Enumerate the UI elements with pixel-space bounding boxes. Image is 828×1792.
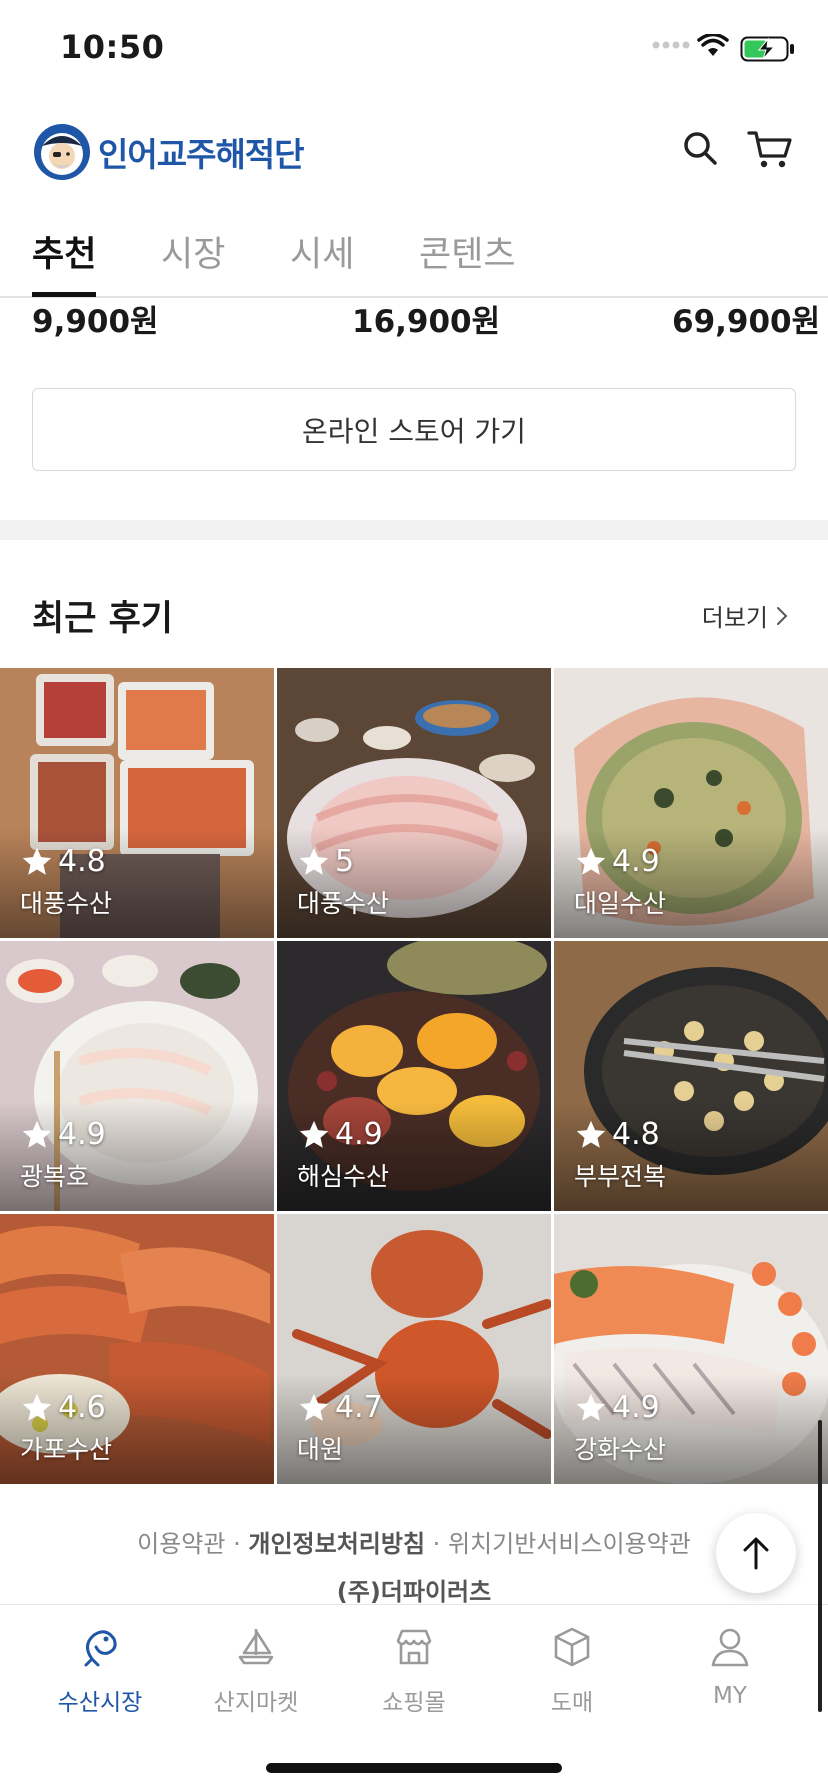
location-terms-link[interactable]: 위치기반서비스이용약관: [448, 1530, 691, 1558]
tab-recommend[interactable]: 추천: [32, 226, 96, 277]
rating-value: 4.6: [58, 1390, 106, 1425]
home-indicator: [266, 1763, 562, 1773]
nav-label: 쇼핑몰: [382, 1690, 446, 1716]
review-rating: 4.8: [574, 1117, 660, 1152]
rating-value: 4.9: [58, 1117, 106, 1152]
review-store-name: 부부전복: [574, 1162, 667, 1191]
star-icon: [22, 1120, 52, 1148]
cellular-signal-icon: [652, 41, 690, 49]
review-tile[interactable]: 4.6 가포수산: [0, 1214, 274, 1484]
nav-my[interactable]: MY: [660, 1625, 800, 1725]
section-divider: [0, 520, 828, 540]
review-tile[interactable]: 4.9 해심수산: [277, 941, 551, 1211]
nav-origin-market[interactable]: 산지마켓: [186, 1625, 326, 1725]
bottom-navigation: 수산시장 산지마켓 쇼핑몰 도매 MY: [0, 1604, 828, 1792]
review-photo-grid: 4.8 대풍수산 5 대풍수산 4.9 대일수산 4.9 광복호 4.9 해심수…: [0, 668, 828, 1484]
star-icon: [576, 1120, 606, 1148]
tab-contents[interactable]: 콘텐츠: [419, 226, 516, 277]
company-name: (주)더파이러츠: [336, 1578, 492, 1606]
chevron-right-icon: [777, 606, 788, 625]
privacy-policy-link[interactable]: 개인정보처리방침: [248, 1530, 425, 1558]
nav-label: 산지마켓: [213, 1690, 299, 1716]
product-price: 9,900원: [32, 304, 159, 340]
more-label: 더보기: [701, 604, 768, 632]
nav-wholesale[interactable]: 도매: [502, 1625, 642, 1725]
scroll-to-top-button[interactable]: [716, 1513, 796, 1593]
nav-label: 수산시장: [57, 1690, 143, 1716]
star-icon: [22, 847, 52, 875]
brand-name: 인어교주해적단: [98, 135, 305, 174]
review-rating: 4.9: [297, 1117, 383, 1152]
product-price: 69,900원: [672, 304, 821, 340]
nav-shopping-mall[interactable]: 쇼핑몰: [344, 1625, 484, 1725]
pirate-mascot-icon: [34, 124, 90, 180]
recent-reviews-title: 최근 후기: [32, 599, 173, 639]
wifi-icon: [697, 34, 729, 56]
nav-label: MY: [713, 1683, 747, 1709]
review-store-name: 해심수산: [297, 1162, 390, 1191]
status-bar: 10:50: [0, 0, 828, 100]
review-tile[interactable]: 5 대풍수산: [277, 668, 551, 938]
cart-icon[interactable]: [746, 128, 794, 170]
rating-value: 4.7: [335, 1390, 383, 1425]
brand-logo[interactable]: 인어교주해적단: [32, 122, 305, 182]
review-tile[interactable]: 4.7 대원: [277, 1214, 551, 1484]
review-store-name: 광복호: [20, 1162, 90, 1191]
review-tile[interactable]: 4.9 대일수산: [554, 668, 828, 938]
review-rating: 4.9: [20, 1117, 106, 1152]
search-icon[interactable]: [680, 128, 720, 168]
online-store-button[interactable]: 온라인 스토어 가기: [32, 388, 796, 471]
review-store-name: 강화수산: [574, 1435, 667, 1464]
review-rating: 4.9: [574, 844, 660, 879]
footer-separator: ·: [233, 1530, 241, 1558]
scrollbar[interactable]: [818, 1420, 822, 1712]
review-rating: 4.8: [20, 844, 106, 879]
review-store-name: 가포수산: [20, 1435, 113, 1464]
star-icon: [299, 1120, 329, 1148]
review-tile[interactable]: 4.9 강화수산: [554, 1214, 828, 1484]
review-tile[interactable]: 4.8 부부전복: [554, 941, 828, 1211]
footer-links: 이용약관 · 개인정보처리방침 · 위치기반서비스이용약관: [0, 1524, 828, 1559]
footer-separator: ·: [432, 1530, 441, 1558]
review-store-name: 대원: [297, 1435, 344, 1464]
review-tile[interactable]: 4.8 대풍수산: [0, 668, 274, 938]
tab-market[interactable]: 시장: [161, 226, 225, 277]
terms-link[interactable]: 이용약관: [137, 1530, 225, 1558]
app-header: 인어교주해적단: [0, 110, 828, 192]
rating-value: 4.9: [612, 844, 660, 879]
star-icon: [576, 1393, 606, 1421]
arrow-up-icon: [743, 1537, 769, 1570]
review-store-name: 대일수산: [574, 889, 667, 918]
battery-charging-icon: [740, 36, 794, 62]
star-icon: [299, 1393, 329, 1421]
review-tile[interactable]: 4.9 광복호: [0, 941, 274, 1211]
product-price: 16,900원: [352, 304, 501, 340]
tab-price[interactable]: 시세: [290, 226, 354, 277]
review-store-name: 대풍수산: [297, 889, 390, 918]
rating-value: 4.8: [58, 844, 106, 879]
person-icon: [711, 1628, 749, 1667]
rating-value: 4.9: [335, 1117, 383, 1152]
fish-hook-icon: [84, 1630, 117, 1667]
review-rating: 4.9: [574, 1390, 660, 1425]
status-time: 10:50: [60, 28, 165, 66]
nav-label: 도매: [550, 1690, 594, 1716]
star-icon: [299, 847, 329, 875]
main-tab-bar: 추천 시장 시세 콘텐츠: [0, 222, 828, 298]
star-icon: [576, 847, 606, 875]
rating-value: 5: [335, 844, 355, 879]
review-rating: 4.7: [297, 1390, 383, 1425]
storefront-icon: [396, 1629, 432, 1665]
nav-fish-market[interactable]: 수산시장: [30, 1625, 170, 1725]
star-icon: [22, 1393, 52, 1421]
review-store-name: 대풍수산: [20, 889, 113, 918]
rating-value: 4.8: [612, 1117, 660, 1152]
review-rating: 4.6: [20, 1390, 106, 1425]
sailboat-icon: [238, 1629, 274, 1665]
rating-value: 4.9: [612, 1390, 660, 1425]
review-rating: 5: [297, 844, 354, 879]
reviews-more-link[interactable]: 더보기: [702, 598, 788, 633]
box-icon: [554, 1627, 590, 1667]
